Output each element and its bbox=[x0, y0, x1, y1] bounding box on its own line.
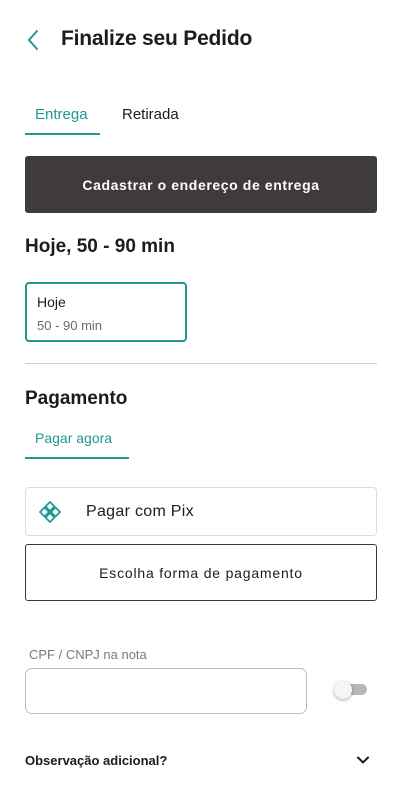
choose-payment-button[interactable]: Escolha forma de pagamento bbox=[25, 544, 377, 601]
tab-retirada[interactable]: Retirada bbox=[112, 98, 189, 135]
back-button[interactable] bbox=[20, 27, 46, 53]
time-option-range: 50 - 90 min bbox=[37, 318, 103, 333]
pix-button-label: Pagar com Pix bbox=[86, 502, 194, 520]
register-address-button[interactable]: Cadastrar o endereço de entrega bbox=[25, 156, 377, 213]
time-option-card[interactable]: Hoje 50 - 90 min bbox=[25, 282, 187, 342]
time-option-day: Hoje bbox=[37, 294, 66, 310]
divider bbox=[25, 363, 377, 364]
observation-label: Observação adicional? bbox=[25, 752, 168, 768]
observation-expander[interactable]: Observação adicional? bbox=[25, 742, 377, 778]
header: Finalize seu Pedido bbox=[0, 0, 402, 80]
cpf-label: CPF / CNPJ na nota bbox=[29, 647, 147, 662]
cpf-input[interactable] bbox=[25, 668, 307, 714]
schedule-heading: Hoje, 50 - 90 min bbox=[25, 236, 175, 257]
pay-with-pix-button[interactable]: Pagar com Pix bbox=[25, 487, 377, 536]
chevron-left-icon bbox=[28, 30, 38, 50]
tab-pay-now[interactable]: Pagar agora bbox=[25, 426, 129, 459]
toggle-knob bbox=[334, 681, 352, 699]
pix-icon bbox=[39, 500, 61, 523]
cpf-toggle[interactable] bbox=[334, 681, 367, 699]
delivery-tabs: Entrega Retirada bbox=[25, 98, 189, 136]
tab-entrega[interactable]: Entrega bbox=[25, 98, 100, 135]
page-title: Finalize seu Pedido bbox=[61, 27, 253, 50]
chevron-down-icon bbox=[357, 756, 369, 764]
payment-heading: Pagamento bbox=[25, 388, 128, 409]
